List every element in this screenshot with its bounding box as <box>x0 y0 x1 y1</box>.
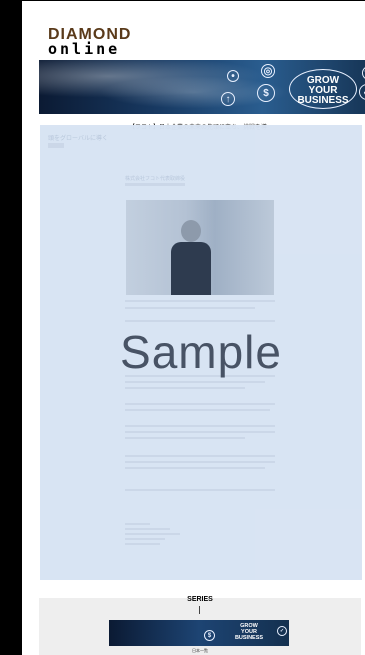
text-line <box>125 300 275 302</box>
series-divider <box>199 606 200 614</box>
series-banner[interactable]: $ ✓ GROW YOUR BUSINESS <box>109 620 289 646</box>
footer-text-line <box>125 543 160 545</box>
text-line <box>125 467 265 469</box>
logo-online: online <box>48 40 121 58</box>
text-line <box>125 381 265 383</box>
footer-text-line <box>125 533 180 535</box>
check-icon: ✓ <box>359 84 365 100</box>
text-line <box>125 461 275 463</box>
profile-caption-line <box>125 183 185 186</box>
text-line <box>125 307 255 309</box>
dollar-icon: $ <box>204 630 215 641</box>
footer-text-line <box>125 538 165 540</box>
page-border <box>21 0 22 655</box>
article-subheadline: 頭をグローバルに導く <box>48 136 108 142</box>
person-body <box>171 242 211 295</box>
check-icon: ✓ <box>277 626 287 636</box>
text-line <box>125 387 245 389</box>
series-section: SERIES $ ✓ GROW YOUR BUSINESS 日本一覧 <box>39 596 361 655</box>
text-line <box>125 409 270 411</box>
arrow-up-icon: ↑ <box>221 92 235 106</box>
category-tag <box>48 143 64 148</box>
profile-caption: 株式会社フコト代表取締役 <box>125 176 186 182</box>
text-line <box>125 431 275 433</box>
series-label: SERIES <box>187 596 213 603</box>
text-line <box>125 489 275 491</box>
text-line <box>125 320 275 322</box>
person-head <box>181 220 201 242</box>
text-line <box>125 437 245 439</box>
people-icon: • <box>227 70 239 82</box>
hero-banner[interactable]: $ ↑ ◎ % ✓ • GROW YOUR BUSINESS <box>39 60 365 114</box>
sample-watermark: Sample <box>120 326 282 378</box>
target-icon: ◎ <box>261 64 275 78</box>
article-page: DIAMOND online $ ↑ ◎ % ✓ • GROW YOUR BUS… <box>21 0 365 655</box>
page-border-top <box>21 0 365 1</box>
diamond-online-logo[interactable]: DIAMOND online <box>48 27 130 58</box>
sample-overlay: 頭をグローバルに導く 株式会社フコト代表取締役 Sample <box>40 125 362 580</box>
text-line <box>125 425 275 427</box>
grow-your-business-text: GROW YOUR BUSINESS <box>291 76 355 106</box>
series-caption: 日本一覧 <box>192 648 208 653</box>
series-grow-line3: BUSINESS <box>234 635 264 641</box>
footer-text-line <box>125 523 150 525</box>
footer-text-line <box>125 528 170 530</box>
series-grow-text: GROW YOUR BUSINESS <box>224 623 274 641</box>
text-line <box>125 455 275 457</box>
dollar-icon: $ <box>257 84 275 102</box>
profile-photo <box>126 200 274 295</box>
grow-line3: BUSINESS <box>297 95 349 106</box>
text-line <box>125 403 275 405</box>
